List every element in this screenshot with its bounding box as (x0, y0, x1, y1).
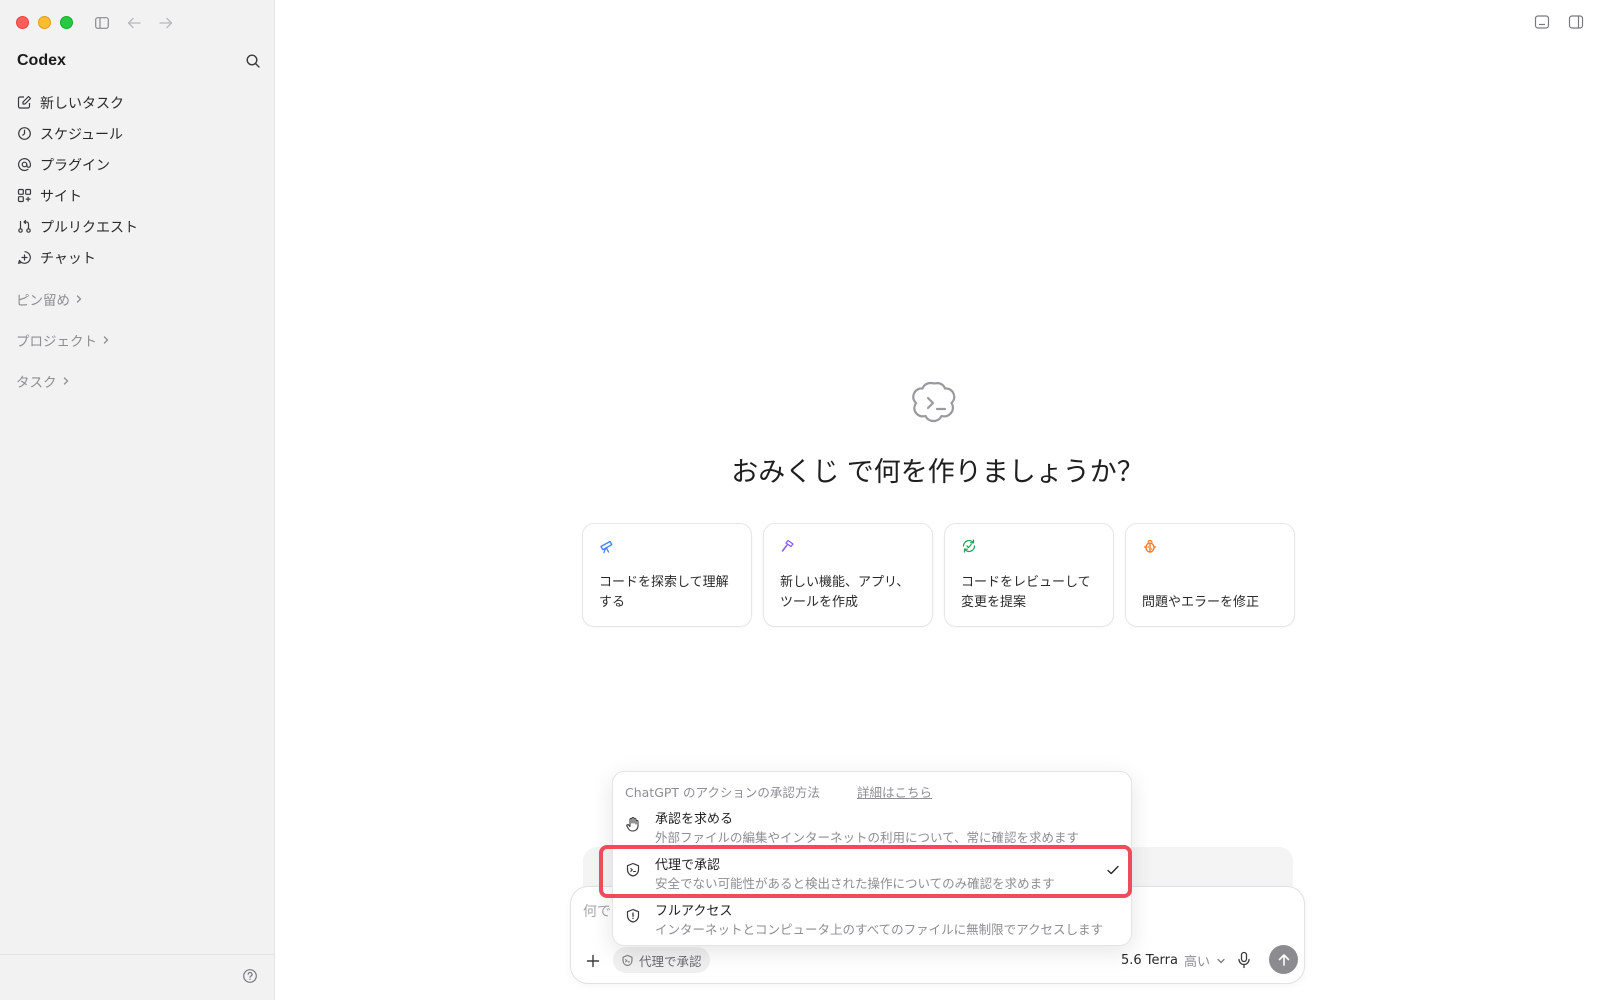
suggestion-card-build[interactable]: 新しい機能、アプリ、ツールを作成 (763, 523, 933, 627)
option-description: 安全でない可能性があると検出された操作についてのみ確認を求めます (655, 876, 1055, 891)
divider (0, 954, 275, 955)
sidebar-item-plugins[interactable]: プラグイン (16, 149, 261, 180)
chevron-right-icon (76, 295, 82, 303)
option-description: 外部ファイルの編集やインターネットの利用について、常に確認を求めます (655, 830, 1080, 845)
suggestion-card-fix[interactable]: 問題やエラーを修正 (1125, 523, 1295, 627)
section-tasks[interactable]: タスク (16, 371, 71, 391)
sidebar-item-sites[interactable]: サイト (16, 180, 261, 211)
approval-mode-menu: ChatGPT のアクションの承認方法 詳細はこちら 承認を求める 外部ファイル… (612, 771, 1132, 946)
permission-selector[interactable]: 代理で承認 (613, 947, 710, 973)
card-label: コードをレビューして変更を提案 (961, 575, 1091, 610)
option-description: インターネットとコンピュータ上のすべてのファイルに無制限でアクセスします (655, 922, 1104, 937)
sidebar-item-label: サイト (40, 188, 82, 205)
pull-request-icon (16, 219, 32, 235)
edit-icon (16, 95, 32, 111)
option-full-access[interactable]: フルアクセス インターネットとコンピュータ上のすべてのファイルに無制限でアクセス… (613, 894, 1133, 940)
model-name: 5.6 Terra (1121, 953, 1178, 968)
page-title: おみくじ で何を作りましょうか？ (275, 450, 1600, 489)
section-label: タスク (16, 375, 57, 391)
prompt-input[interactable]: 何で (583, 901, 611, 921)
suggestion-cards: コードを探索して理解する 新しい機能、アプリ、ツールを作成 コードをレビューして… (582, 523, 1295, 627)
sidebar-toggle-icon[interactable] (93, 14, 111, 32)
option-ask-approval[interactable]: 承認を求める 外部ファイルの編集やインターネットの利用について、常に確認を求めま… (613, 802, 1133, 848)
permission-label: 代理で承認 (639, 953, 702, 969)
section-label: プロジェクト (16, 334, 97, 350)
option-auto-approve[interactable]: 代理で承認 安全でない可能性があると検出された操作についてのみ確認を求めます (613, 848, 1133, 894)
option-title: 代理で承認 (655, 858, 721, 873)
app-title: Codex (17, 52, 66, 69)
section-label: ピン留め (16, 293, 70, 309)
hammer-icon (780, 539, 796, 558)
sidebar-item-pull-requests[interactable]: プルリクエスト (16, 211, 261, 242)
hand-icon (625, 816, 643, 834)
at-icon (16, 157, 32, 173)
suggestion-card-explore[interactable]: コードを探索して理解する (582, 523, 752, 627)
search-icon[interactable] (245, 53, 263, 71)
terminal-panel-icon[interactable] (1534, 14, 1552, 32)
window-controls (16, 16, 73, 29)
shield-alert-icon (625, 908, 643, 926)
send-button[interactable] (1269, 945, 1298, 974)
microphone-icon[interactable] (1236, 951, 1254, 971)
card-label: コードを探索して理解する (599, 575, 729, 610)
sidebar-item-new-task[interactable]: 新しいタスク (16, 87, 261, 118)
chevron-right-icon (63, 377, 68, 385)
sidebar: Codex 新しいタスク スケジュール プラグイン サイト プルリクエスト チャ… (0, 0, 275, 1000)
add-attachment-icon[interactable] (583, 951, 603, 971)
project-selector[interactable]: おみくじ (731, 457, 839, 487)
codex-logo-icon (912, 378, 962, 428)
sidebar-item-label: チャット (40, 250, 96, 267)
bug-icon (1142, 539, 1158, 558)
arrow-up-icon (1278, 953, 1289, 966)
minimize-window-button[interactable] (38, 16, 51, 29)
chevron-right-icon (103, 336, 109, 344)
apps-icon (16, 188, 32, 204)
sidebar-item-chat[interactable]: チャット (16, 242, 261, 273)
back-arrow-icon[interactable] (125, 14, 143, 32)
telescope-icon (599, 539, 615, 558)
sidebar-nav: 新しいタスク スケジュール プラグイン サイト プルリクエスト チャット (16, 87, 261, 273)
menu-header: ChatGPT のアクションの承認方法 (625, 785, 820, 800)
title-text: で何を作りましょうか？ (839, 457, 1144, 487)
option-title: 承認を求める (655, 812, 734, 827)
section-pinned[interactable]: ピン留め (16, 289, 84, 309)
card-label: 問題やエラーを修正 (1142, 595, 1260, 610)
option-title: フルアクセス (655, 904, 733, 919)
learn-more-link[interactable]: 詳細はこちら (857, 782, 932, 801)
review-icon (961, 539, 977, 558)
right-panel-toggle-icon[interactable] (1568, 14, 1586, 32)
model-selector[interactable]: 5.6 Terra 高い (1121, 951, 1226, 970)
chevron-down-icon (1217, 958, 1225, 963)
clock-icon (16, 126, 32, 142)
card-label: 新しい機能、アプリ、ツールを作成 (780, 575, 910, 610)
checkmark-icon (1105, 862, 1121, 878)
zoom-window-button[interactable] (60, 16, 73, 29)
sidebar-item-label: プラグイン (40, 157, 110, 174)
help-icon[interactable] (242, 968, 260, 986)
shield-terminal-icon (622, 954, 633, 966)
reasoning-level: 高い (1183, 955, 1210, 970)
forward-arrow-icon[interactable] (157, 14, 175, 32)
chat-plus-icon (16, 250, 32, 266)
suggestion-card-review[interactable]: コードをレビューして変更を提案 (944, 523, 1114, 627)
section-projects[interactable]: プロジェクト (16, 330, 111, 350)
close-window-button[interactable] (16, 16, 29, 29)
shield-terminal-icon (625, 862, 643, 880)
sidebar-item-label: スケジュール (40, 126, 124, 143)
sidebar-item-label: プルリクエスト (40, 219, 138, 236)
sidebar-item-schedule[interactable]: スケジュール (16, 118, 261, 149)
sidebar-item-label: 新しいタスク (40, 95, 124, 112)
